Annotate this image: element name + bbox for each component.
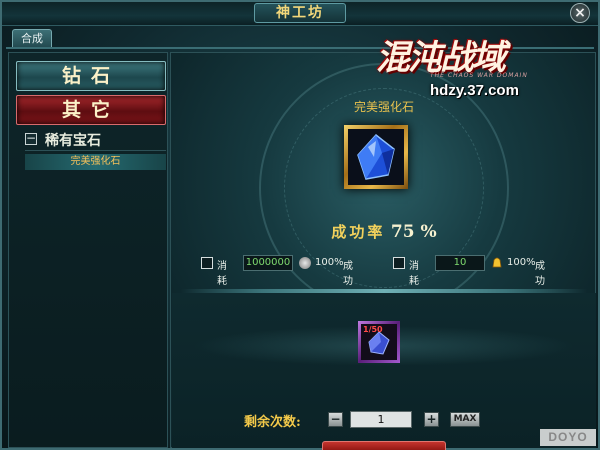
silver-coin-icon — [299, 257, 311, 269]
success-rate: 成功率 75 % — [171, 221, 597, 242]
target-item-slot[interactable] — [344, 125, 408, 189]
logo-url: hdzy.37.com — [430, 82, 519, 99]
cost-gold-checkbox[interactable] — [393, 257, 405, 269]
category-diamond-button[interactable]: 钻石 — [16, 61, 166, 91]
material-slot[interactable]: 1/50 — [358, 321, 400, 363]
category-sidebar: 钻石 其它 − 稀有宝石 完美强化石 — [8, 52, 168, 448]
logo-subtitle: THE CHAOS WAR DOMAIN — [430, 72, 528, 79]
cost-silver-checkbox[interactable] — [201, 257, 213, 269]
tab-synthesis[interactable]: 合成 — [12, 29, 52, 47]
category-other-button[interactable]: 其它 — [16, 95, 166, 125]
recipe-item-perfect-stone[interactable]: 完美强化石 — [25, 154, 166, 170]
decrement-button[interactable]: − — [328, 412, 343, 427]
material-count: 1/50 — [363, 325, 383, 334]
title-bar[interactable]: 神工坊 × — [2, 2, 598, 26]
cost-silver-success: 成功 — [343, 261, 353, 287]
success-rate-label: 成功率 — [331, 223, 386, 241]
cost-silver-amount: 1000000 — [243, 255, 293, 271]
max-button[interactable]: MAX — [450, 412, 480, 427]
success-rate-value: 75 % — [390, 222, 437, 242]
crafting-window: 神工坊 × 合成 钻石 其它 − 稀有宝石 完美强化石 完美强化石 成功率 75… — [0, 0, 600, 450]
cost-silver-label: 消耗 — [217, 261, 227, 287]
count-input[interactable]: 1 — [350, 411, 412, 428]
subcategory-rare-gems[interactable]: − 稀有宝石 — [25, 129, 166, 151]
cost-gold-success: 成功 — [535, 261, 545, 287]
increment-button[interactable]: + — [424, 412, 439, 427]
subcategory-label: 稀有宝石 — [45, 133, 101, 149]
cost-silver-percent: 100% — [315, 257, 344, 268]
cost-gold-percent: 100% — [507, 257, 536, 268]
material-panel: 1/50 剩余次数: − 1 + MAX — [172, 293, 596, 450]
watermark: DOYO — [540, 429, 596, 446]
cost-gold-label: 消耗 — [409, 261, 419, 287]
synthesize-button[interactable] — [322, 441, 446, 450]
remaining-count-label: 剩余次数: — [244, 415, 301, 430]
close-button[interactable]: × — [570, 3, 590, 23]
cost-gold-amount: 10 — [435, 255, 485, 271]
window-title: 神工坊 — [254, 3, 346, 23]
gold-ingot-icon — [492, 257, 502, 268]
game-logo: 混沌战域 THE CHAOS WAR DOMAIN hdzy.37.com — [368, 30, 590, 120]
blue-gem-icon — [357, 133, 395, 180]
collapse-icon[interactable]: − — [25, 132, 37, 145]
